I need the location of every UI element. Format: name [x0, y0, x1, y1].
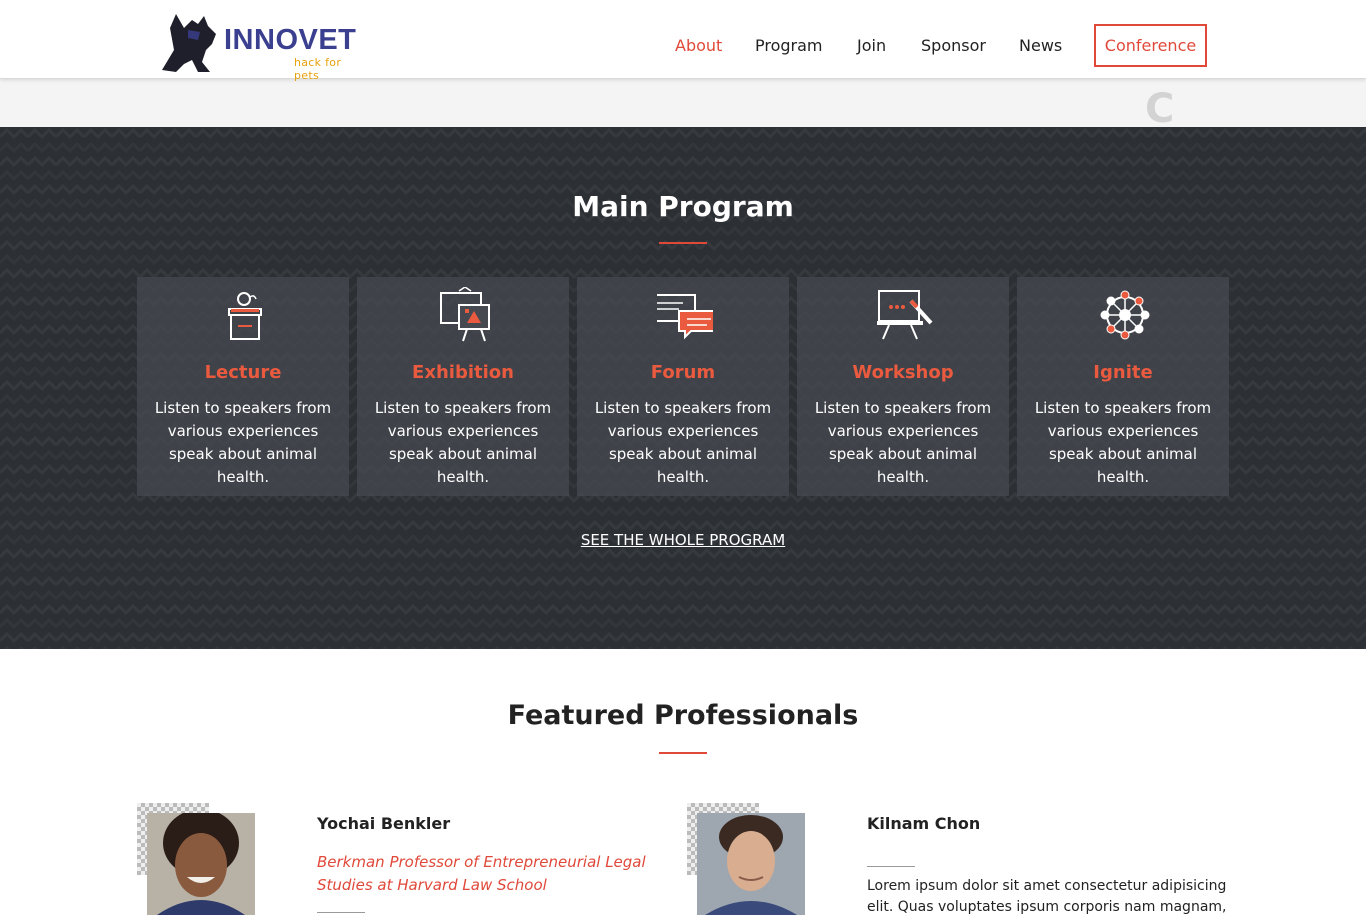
avatar — [697, 813, 805, 915]
nav-label-news[interactable]: News — [1019, 36, 1062, 55]
person-divider — [317, 912, 365, 913]
nav-item-sponsor[interactable]: Sponsor — [921, 24, 986, 67]
program-card-exhibition[interactable]: Exhibition Listen to speakers from vario… — [357, 277, 569, 496]
card-desc-forum: Listen to speakers from various experien… — [594, 399, 772, 486]
card-desc-workshop: Listen to speakers from various experien… — [814, 399, 992, 486]
strip-glyph: C — [1145, 86, 1175, 132]
person-name: Yochai Benkler — [317, 814, 451, 833]
nav-label-sponsor[interactable]: Sponsor — [921, 36, 986, 55]
card-title-ignite: Ignite — [1093, 362, 1153, 383]
chat-bubbles-icon — [657, 294, 713, 340]
card-title-lecture: Lecture — [204, 362, 282, 383]
nav-item-program[interactable]: Program — [755, 24, 823, 67]
nav-label-join[interactable]: Join — [857, 36, 886, 55]
program-card-workshop[interactable]: Workshop Listen to speakers from various… — [797, 277, 1009, 496]
exhibition-board-icon — [440, 287, 490, 342]
person-photo-yochai — [147, 813, 255, 915]
program-card-ignite[interactable]: Ignite Listen to speakers from various e… — [1017, 277, 1229, 496]
card-title-forum: Forum — [650, 362, 716, 383]
program-card-lecture[interactable]: Lecture Listen to speakers from various … — [137, 277, 349, 496]
network-icon — [1100, 290, 1150, 340]
logo-title: INNOVET — [224, 24, 357, 56]
person-photo-kilnam — [697, 813, 805, 915]
see-whole-program-link[interactable]: SEE THE WHOLE PROGRAM — [581, 531, 785, 549]
program-card-forum[interactable]: Forum Listen to speakers from various ex… — [577, 277, 789, 496]
card-title-exhibition: Exhibition — [412, 362, 514, 383]
professionals-title-underline — [659, 752, 707, 754]
person-name: Kilnam Chon — [867, 814, 981, 833]
logo[interactable]: INNOVET hack for pets — [158, 10, 363, 82]
card-title-workshop: Workshop — [852, 362, 954, 383]
professionals-title: Featured Professionals — [507, 700, 859, 731]
person-bio: Lorem ipsum dolor sit amet consectetur a… — [867, 878, 1227, 915]
nav-item-join[interactable]: Join — [857, 24, 886, 67]
person-role: Berkman Professor of Entrepreneurial Leg… — [317, 853, 646, 894]
whiteboard-pen-icon — [877, 290, 933, 340]
main-program-section: Main Program Lecture Listen to speakers … — [0, 127, 1366, 649]
nav-label-about[interactable]: About — [675, 36, 722, 55]
card-desc-exhibition: Listen to speakers from various experien… — [374, 399, 552, 486]
conference-button[interactable]: Conference — [1094, 24, 1207, 67]
lectern-icon — [228, 292, 262, 340]
program-title-underline — [659, 242, 707, 244]
nav-label-program[interactable]: Program — [755, 36, 823, 55]
avatar — [147, 813, 255, 915]
nav-item-news[interactable]: News — [1019, 24, 1062, 67]
see-whole-program-link-wrap: SEE THE WHOLE PROGRAM — [0, 530, 1366, 549]
logo-tagline: hack for pets — [294, 56, 342, 82]
nav-item-about[interactable]: About — [675, 24, 722, 67]
person-divider — [867, 866, 915, 867]
site-header: INNOVET hack for pets About Program Join… — [0, 0, 1366, 82]
dog-cat-logo-icon — [162, 14, 216, 72]
card-desc-ignite: Listen to speakers from various experien… — [1034, 399, 1212, 486]
hero-strip: C — [0, 79, 1366, 132]
program-title: Main Program — [572, 190, 794, 223]
card-desc-lecture: Listen to speakers from various experien… — [154, 399, 332, 486]
